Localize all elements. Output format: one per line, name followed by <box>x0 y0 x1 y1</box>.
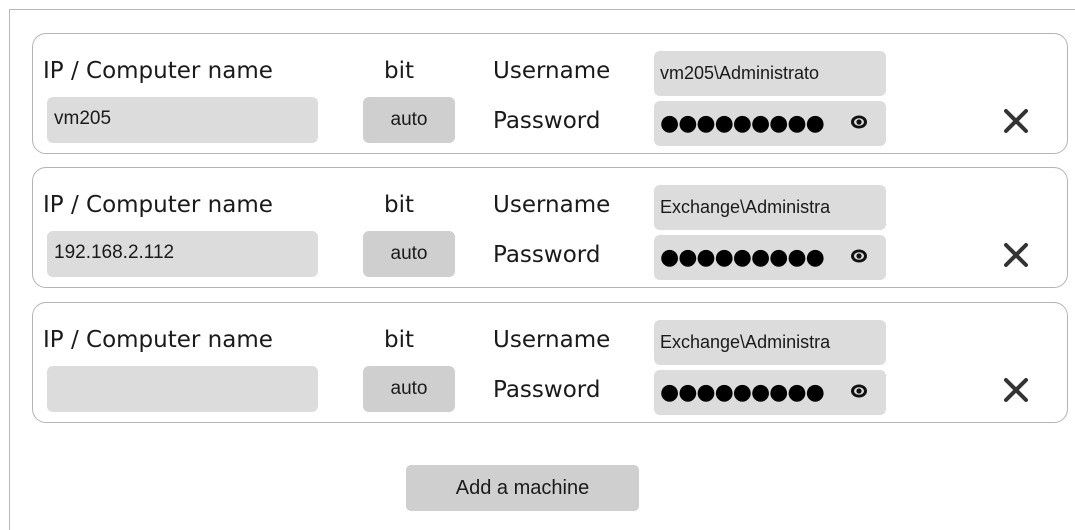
password-label: Password <box>493 108 601 134</box>
ip-label: IP / Computer name <box>43 58 273 84</box>
machine-row: IP / Computer name bit Username Password… <box>32 302 1068 423</box>
bit-label: bit <box>384 58 415 84</box>
username-label: Username <box>493 327 611 353</box>
close-icon[interactable] <box>1001 106 1031 136</box>
ip-input[interactable]: vm205 <box>47 97 318 143</box>
close-icon[interactable] <box>1001 240 1031 270</box>
bit-select[interactable]: auto <box>363 231 455 277</box>
machine-row: IP / Computer name bit Username Password… <box>32 167 1068 288</box>
password-masked-value: ●●●●●●●●● <box>660 245 825 270</box>
password-label: Password <box>493 377 601 403</box>
bit-select[interactable]: auto <box>363 366 455 412</box>
password-masked-value: ●●●●●●●●● <box>660 380 825 405</box>
bit-label: bit <box>384 327 415 353</box>
ip-input[interactable]: 192.168.2.112 <box>47 231 318 277</box>
username-input[interactable]: vm205\Administrato <box>654 51 886 96</box>
eye-icon[interactable] <box>850 114 868 130</box>
frame-top-border <box>9 9 1075 10</box>
eye-icon[interactable] <box>850 248 868 264</box>
add-machine-button[interactable]: Add a machine <box>406 465 639 511</box>
frame-left-border <box>9 9 10 530</box>
ip-label: IP / Computer name <box>43 327 273 353</box>
password-input[interactable]: ●●●●●●●●● <box>654 235 886 280</box>
bit-label: bit <box>384 192 415 218</box>
password-input[interactable]: ●●●●●●●●● <box>654 101 886 146</box>
username-label: Username <box>493 192 611 218</box>
close-icon[interactable] <box>1001 375 1031 405</box>
username-label: Username <box>493 58 611 84</box>
password-masked-value: ●●●●●●●●● <box>660 111 825 136</box>
username-input[interactable]: Exchange\Administra <box>654 185 886 230</box>
eye-icon[interactable] <box>850 383 868 399</box>
username-input[interactable]: Exchange\Administra <box>654 320 886 365</box>
machine-row: IP / Computer name bit Username Password… <box>32 33 1068 154</box>
ip-input[interactable] <box>47 366 318 412</box>
bit-select[interactable]: auto <box>363 97 455 143</box>
password-label: Password <box>493 242 601 268</box>
ip-label: IP / Computer name <box>43 192 273 218</box>
password-input[interactable]: ●●●●●●●●● <box>654 370 886 415</box>
